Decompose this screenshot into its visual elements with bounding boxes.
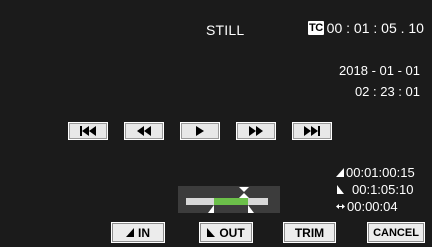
- cancel-button[interactable]: CANCEL: [367, 222, 425, 243]
- play-icon: [196, 126, 204, 136]
- fast-forward-button[interactable]: [236, 122, 276, 140]
- still-trim-screen: STILL TC 00 : 01 : 05 . 10 2018 - 01 - 0…: [0, 0, 432, 247]
- out-icon: [207, 228, 216, 237]
- trim-button-label: TRIM: [294, 225, 325, 240]
- in-point-value: 00:01:00:15: [346, 165, 415, 180]
- trim-range: [213, 198, 249, 205]
- out-button[interactable]: OUT: [199, 222, 253, 243]
- rewind-icon: [137, 126, 151, 136]
- trim-track: [186, 198, 268, 205]
- out-button-label: OUT: [219, 225, 245, 240]
- mode-label: STILL: [206, 22, 245, 38]
- in-button[interactable]: IN: [111, 222, 165, 243]
- in-icon: [126, 228, 134, 237]
- time-display: 02 : 23 : 01: [354, 84, 420, 99]
- fast-forward-icon: [249, 126, 263, 136]
- in-button-label: IN: [138, 225, 150, 240]
- in-point-row: 00:01:00:15: [336, 164, 415, 181]
- skip-forward-button[interactable]: [292, 122, 332, 140]
- trim-button[interactable]: TRIM: [283, 222, 336, 243]
- skip-back-icon: [80, 126, 96, 136]
- timecode-display: TC 00 : 01 : 05 . 10: [308, 20, 424, 36]
- skip-back-button[interactable]: [68, 122, 108, 140]
- playhead-marker-icon[interactable]: [239, 187, 250, 198]
- tc-badge: TC: [308, 21, 324, 35]
- skip-forward-icon: [304, 126, 320, 136]
- play-button[interactable]: [180, 122, 220, 140]
- in-marker-handle-icon[interactable]: [207, 205, 214, 213]
- trim-bar[interactable]: [178, 186, 280, 213]
- out-marker-handle-icon[interactable]: [248, 205, 255, 213]
- out-marker-icon: [337, 185, 344, 194]
- date-display: 2018 - 01 - 01: [339, 63, 420, 78]
- timecode-value: 00 : 01 : 05 . 10: [326, 20, 424, 36]
- out-point-row: 00:1:05:10: [336, 181, 415, 198]
- duration-row: 00:00:04: [336, 198, 415, 215]
- cancel-button-label: CANCEL: [373, 226, 419, 239]
- rewind-button[interactable]: [124, 122, 164, 140]
- in-marker-icon: [336, 168, 344, 177]
- duration-value: 00:00:04: [347, 199, 398, 214]
- duration-icon: [336, 204, 345, 209]
- trim-info: 00:01:00:15 00:1:05:10 00:00:04: [336, 164, 415, 215]
- out-point-value: 00:1:05:10: [352, 182, 414, 197]
- transport-controls: [68, 122, 332, 140]
